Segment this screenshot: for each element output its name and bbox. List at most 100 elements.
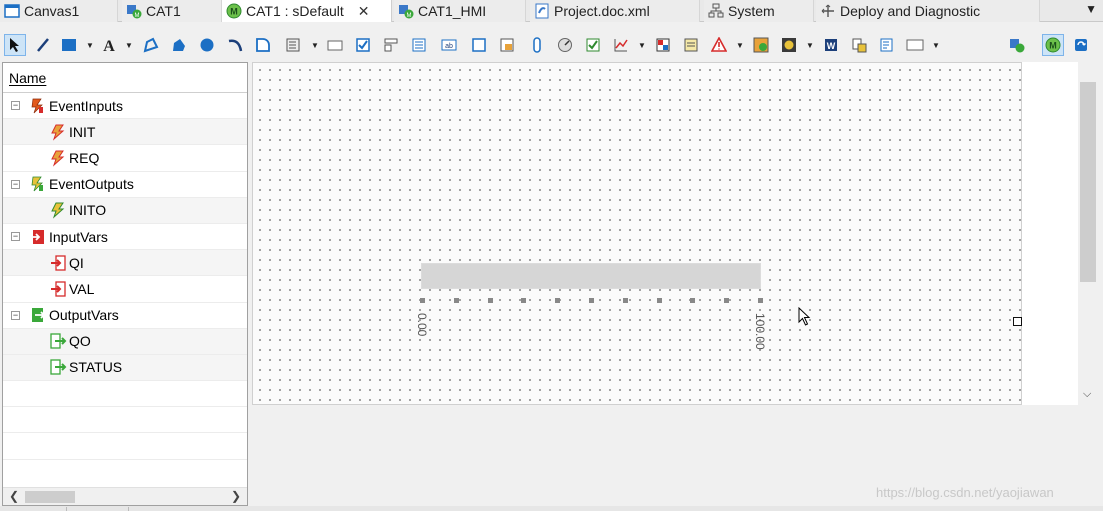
column-header-label: Name [9,69,47,86]
tab-bar: Canvas1 M CAT1 M CAT1 : sDefault ✕ M CAT… [0,0,1103,22]
svg-text:ab: ab [445,43,453,50]
symbol-dropdown-icon[interactable]: ▼ [806,41,814,50]
window-tool-icon[interactable] [904,34,926,56]
pie-tool-icon[interactable] [252,34,274,56]
alarm-tool-icon[interactable] [708,34,730,56]
empty-row [3,381,247,408]
group-dropdown-icon[interactable]: ▼ [311,41,319,50]
tree-item-qo[interactable]: QO [3,328,247,355]
tree-item-inito[interactable]: INITO [3,197,247,224]
alarm-dropdown-icon[interactable]: ▼ [736,41,744,50]
window-dropdown-icon[interactable]: ▼ [932,41,940,50]
close-icon[interactable]: ✕ [358,3,370,20]
slider-max-label: 100.00 [753,313,767,350]
tree-item-eventinputs[interactable]: − EventInputs [3,93,247,120]
checkbox-tool-icon[interactable] [352,34,374,56]
textbox-tool-icon[interactable]: ab [438,34,460,56]
text-tool-icon[interactable]: A [98,34,120,56]
slider-tick [487,298,493,303]
slider-widget[interactable] [421,263,761,289]
tab-label: Project.doc.xml [554,3,650,19]
cat-tool-icon[interactable] [1006,34,1028,56]
button-tool-icon[interactable] [324,34,346,56]
tab-deploy-diagnostic[interactable]: Deploy and Diagnostic [816,0,1040,22]
frame-tool-icon[interactable] [468,34,490,56]
horizontal-scrollbar[interactable]: ❮ ❯ [3,487,247,505]
gauge-tool-icon[interactable] [554,34,576,56]
resize-handle[interactable] [1013,317,1022,326]
ellipse-tool-icon[interactable] [196,34,218,56]
collapse-icon[interactable]: − [11,231,20,241]
rectangle-dropdown-icon[interactable]: ▼ [86,41,94,50]
refresh-tool-icon[interactable] [1070,34,1092,56]
plc-tool-icon[interactable] [750,34,772,56]
tab-cat1[interactable]: M CAT1 [122,0,222,22]
svg-text:M: M [230,7,238,17]
slider-tick [690,298,696,303]
symbol-tool-icon[interactable] [778,34,800,56]
tree-item-val[interactable]: VAL [3,276,247,303]
output-vars-icon [29,306,47,324]
edit-doc-tool-icon[interactable] [876,34,898,56]
tree-item-eventoutputs[interactable]: − EventOutputs [3,172,247,198]
line-tool-icon[interactable] [32,34,54,56]
tree-item-label: VAL [69,280,95,297]
tab-cat1-hmi[interactable]: M CAT1_HMI [394,0,526,22]
switch-tool-icon[interactable] [582,34,604,56]
collapse-icon[interactable]: − [11,310,20,320]
event-output-icon [49,201,67,219]
tab-canvas1[interactable]: Canvas1 [0,0,118,22]
tree-item-qi[interactable]: QI [3,250,247,277]
tree-item-label: REQ [69,149,100,166]
tree-item-status[interactable]: STATUS [3,354,247,382]
tab-project-doc[interactable]: Project.doc.xml [530,0,700,22]
grid-table-tool-icon[interactable] [652,34,674,56]
tab-system[interactable]: System [704,0,814,22]
polyline-tool-icon[interactable] [140,34,162,56]
tree-item-inputvars[interactable]: − InputVars [3,224,247,251]
word-doc-tool-icon[interactable]: W [820,34,842,56]
vertical-scrollbar[interactable]: ⌵ [1078,62,1098,405]
tab-cat1-sdefault[interactable]: M CAT1 : sDefault ✕ [222,0,392,22]
design-canvas[interactable] [252,62,1022,405]
collapse-icon[interactable]: − [11,179,20,189]
notes-tool-icon[interactable] [680,34,702,56]
bottom-tab[interactable] [128,507,254,511]
column-header-name[interactable]: Name [3,63,247,93]
system-icon [708,3,724,19]
list-tool-icon[interactable] [408,34,430,56]
text-dropdown-icon[interactable]: ▼ [125,41,133,50]
rectangle-tool-icon[interactable] [58,34,80,56]
chart-dropdown-icon[interactable]: ▼ [638,41,646,50]
tree-item-outputvars[interactable]: − OutputVars [3,303,247,329]
group-tool-icon[interactable] [282,34,304,56]
pointer-tool-icon[interactable] [4,34,26,56]
canvas-icon [4,3,20,19]
canvas-margin [1022,62,1078,405]
scrollbar-thumb[interactable] [1080,82,1096,282]
image-tool-icon[interactable] [496,34,518,56]
scroll-right-icon[interactable]: ❯ [231,489,241,503]
collapse-icon[interactable]: − [11,101,20,110]
slider-tick [622,298,628,303]
tree-item-init[interactable]: INIT [3,119,247,146]
slider-tick [555,298,561,303]
empty-row [3,407,247,434]
tree-item-req[interactable]: REQ [3,145,247,172]
tab-label: CAT1 [146,3,181,19]
bottom-tab[interactable] [66,507,128,511]
slider-tick [521,298,527,303]
polygon-tool-icon[interactable] [168,34,190,56]
label-tool-icon[interactable] [380,34,402,56]
capsule-tool-icon[interactable] [526,34,548,56]
trend-chart-tool-icon[interactable] [610,34,632,56]
m-circle-icon: M [226,3,242,19]
tab-overflow-menu-icon[interactable]: ▼ [1085,2,1097,16]
m-mode-toggle-icon[interactable]: M [1042,34,1064,56]
input-var-icon [49,280,67,298]
pdf-tool-icon[interactable] [848,34,870,56]
scroll-down-icon[interactable]: ⌵ [1083,388,1091,401]
scroll-left-icon[interactable]: ❮ [9,489,19,503]
scrollbar-thumb[interactable] [25,491,75,503]
arc-tool-icon[interactable] [224,34,246,56]
